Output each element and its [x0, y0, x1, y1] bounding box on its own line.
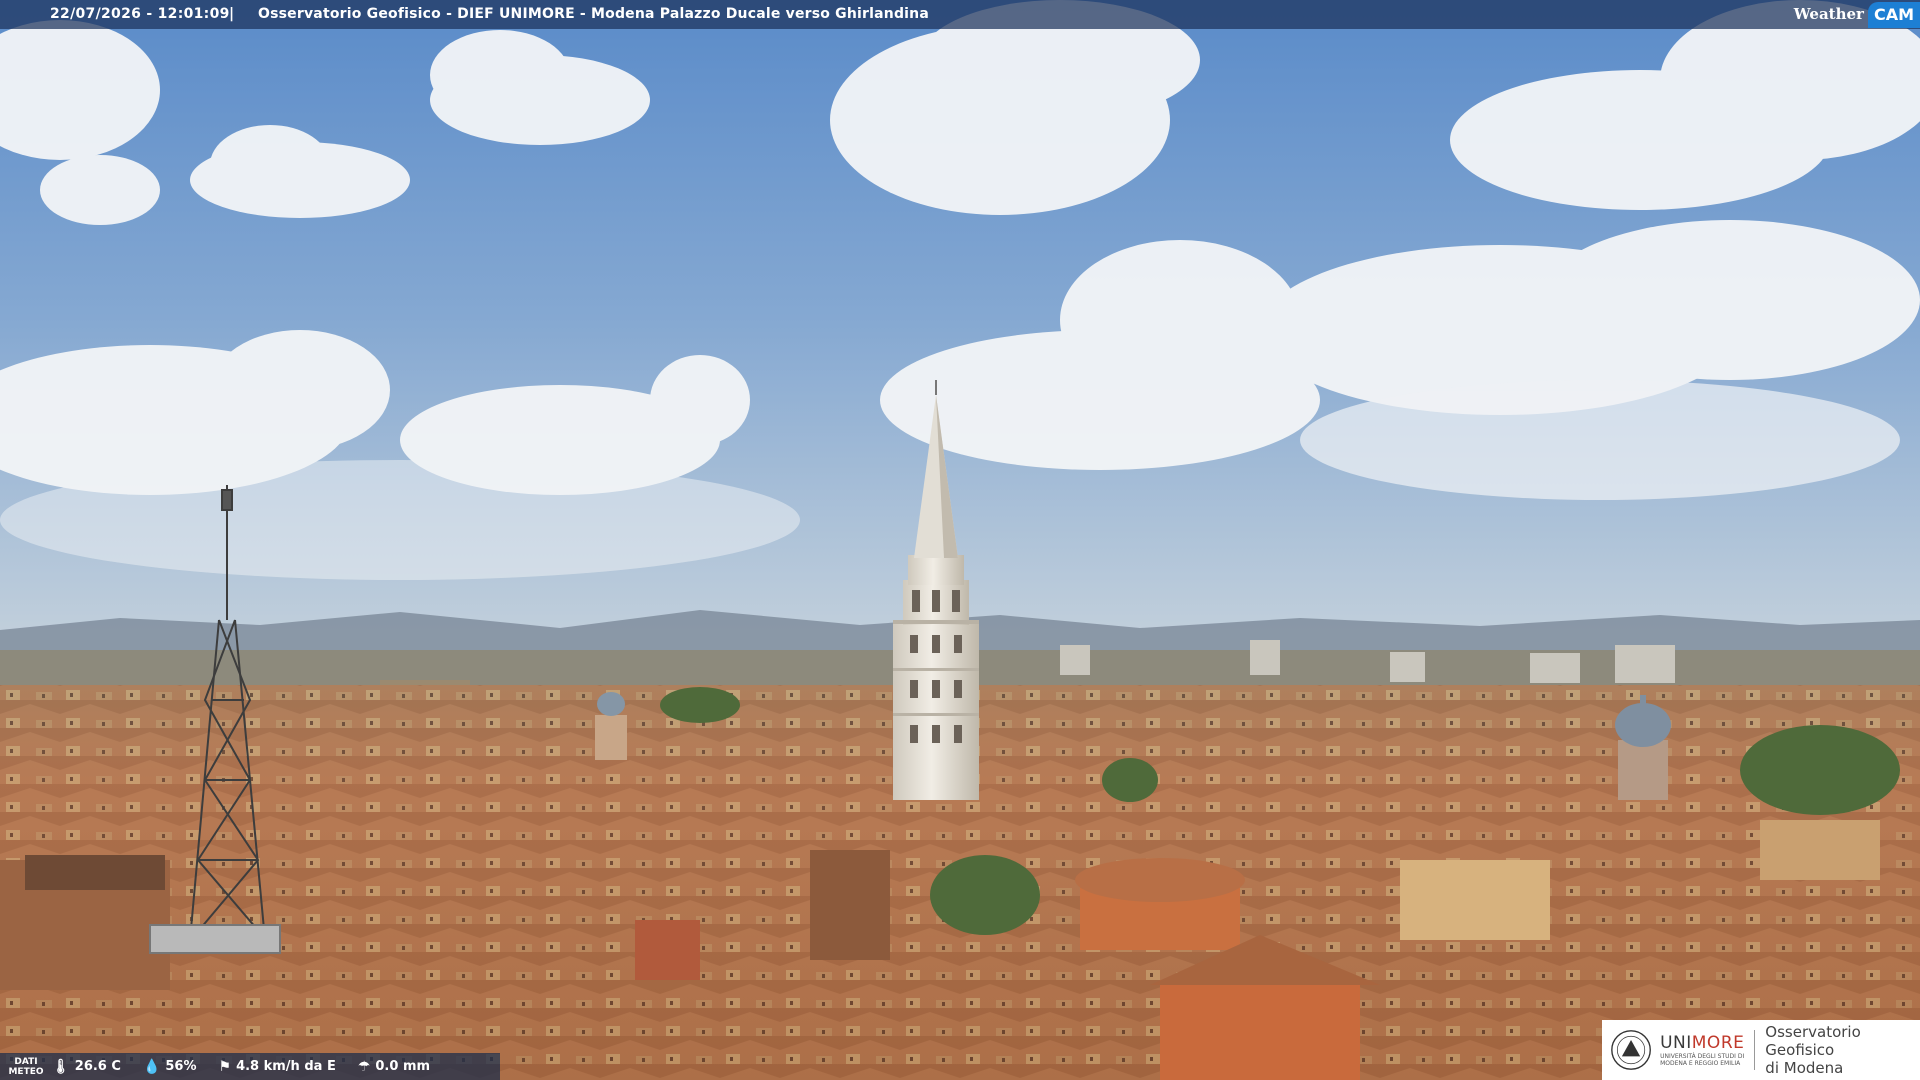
- unimore-sub2: MODENA E REGGIO EMILIA: [1660, 1060, 1741, 1067]
- cam-text: CAM: [1867, 1, 1920, 28]
- university-seal-icon: [1611, 1030, 1651, 1070]
- observatory-line1: Osservatorio Geofisico: [1765, 1023, 1861, 1059]
- temperature-reading: 🌡 26.6 C: [52, 1059, 121, 1075]
- observatory-line2: di Modena: [1765, 1059, 1844, 1077]
- temperature-value: 26.6 C: [74, 1059, 121, 1074]
- uni-suffix: MORE: [1691, 1033, 1745, 1053]
- unimore-logo: UNIMORE UNIVERSITÀ DEGLI STUDI DI MODENA…: [1602, 1020, 1920, 1080]
- rain-reading: ☂ 0.0 mm: [358, 1059, 430, 1075]
- meteo-label: DATI METEO: [0, 1057, 52, 1077]
- weather-text: Weather: [1793, 5, 1864, 23]
- rain-value: 0.0 mm: [375, 1059, 431, 1074]
- uni-prefix: UNI: [1660, 1033, 1692, 1053]
- camera-title: Osservatorio Geofisico - DIEF UNIMORE - …: [258, 6, 929, 22]
- meteo-label-line1: DATI: [14, 1056, 38, 1067]
- webcam-scene: [0, 0, 1920, 1080]
- thermometer-icon: 🌡: [52, 1058, 70, 1075]
- unimore-name: UNIMORE: [1660, 1033, 1744, 1053]
- humidity-value: 56%: [165, 1059, 197, 1074]
- meteo-label-line2: METEO: [8, 1066, 44, 1077]
- meteo-data-bar: DATI METEO 🌡 26.6 C 💧 56% ⚑ 4.8 km/h da …: [0, 1053, 500, 1080]
- wind-value: 4.8 km/h da E: [236, 1059, 336, 1074]
- wind-icon: ⚑: [218, 1058, 232, 1075]
- humidity-reading: 💧 56%: [143, 1059, 197, 1075]
- header-separator: |: [229, 6, 235, 22]
- logo-divider: [1754, 1030, 1756, 1070]
- wind-reading: ⚑ 4.8 km/h da E: [219, 1059, 336, 1075]
- unimore-sub1: UNIVERSITÀ DEGLI STUDI DI: [1660, 1053, 1745, 1060]
- weathercam-logo: Weather CAM: [1794, 0, 1920, 29]
- top-info-bar: 22/07/2026 - 12:01:09 | Osservatorio Geo…: [0, 0, 1920, 29]
- humidity-drop-icon: 💧: [142, 1058, 161, 1075]
- rain-icon: ☂: [357, 1058, 371, 1075]
- observatory-name: Osservatorio Geofisico di Modena: [1765, 1023, 1920, 1077]
- unimore-wordmark: UNIMORE UNIVERSITÀ DEGLI STUDI DI MODENA…: [1660, 1033, 1744, 1067]
- datetime: 22/07/2026 - 12:01:09: [50, 6, 230, 22]
